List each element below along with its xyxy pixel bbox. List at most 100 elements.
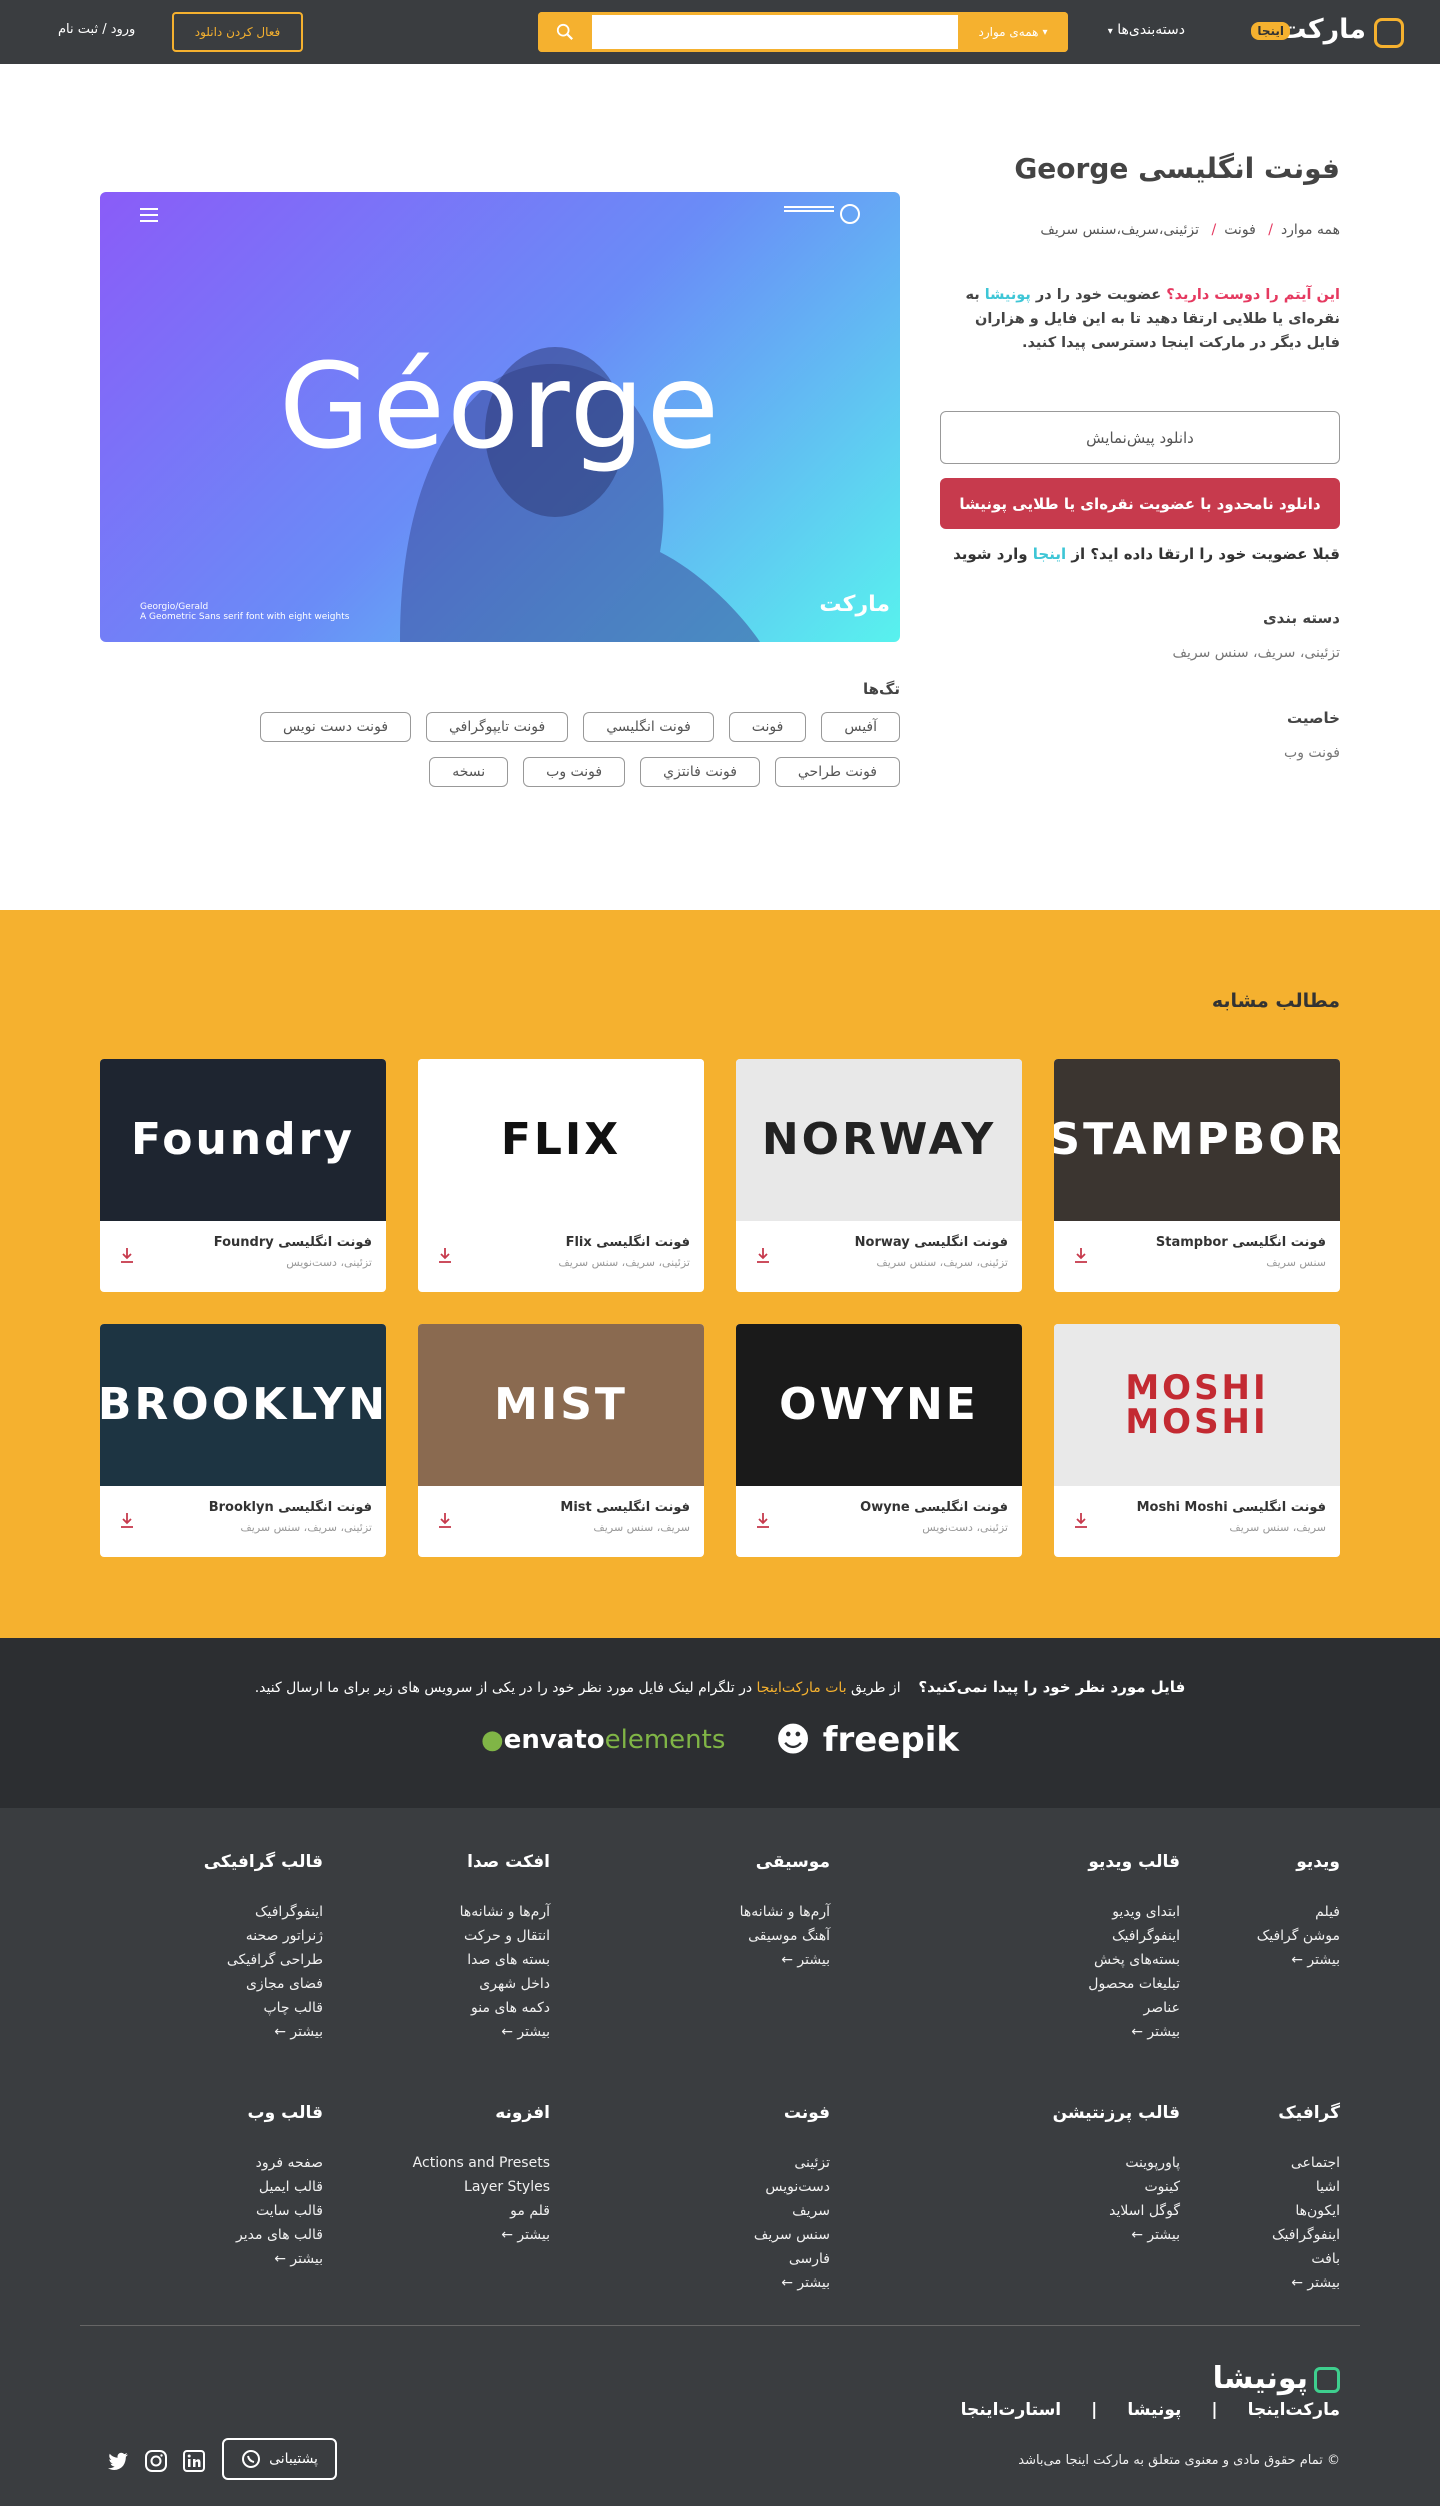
footer-link[interactable]: طراحی گرافیکی [83, 1948, 323, 1972]
card-title[interactable]: فونت انگلیسی Flix [566, 1235, 690, 1250]
footer-link[interactable]: بسته های صدا [310, 1948, 550, 1972]
footer-link[interactable]: Actions and Presets [310, 2151, 550, 2175]
instagram-icon[interactable] [145, 2450, 167, 2472]
card-title[interactable]: فونت انگلیسی Stampbor [1156, 1235, 1326, 1250]
footer-column-title[interactable]: فونت [590, 2103, 830, 2123]
telegram-bot-link[interactable]: بات مارکت‌اینجا [757, 1680, 847, 1696]
card-title[interactable]: فونت انگلیسی Owyne [860, 1500, 1008, 1515]
card-thumbnail[interactable]: OWYNE [736, 1324, 1022, 1486]
footer-column-title[interactable]: قالب وب [83, 2103, 323, 2123]
footer-link[interactable]: داخل شهری [310, 1972, 550, 1996]
download-icon[interactable] [118, 1511, 136, 1529]
download-icon[interactable] [436, 1246, 454, 1264]
freepik-logo[interactable]: ☻ freepik [775, 1720, 959, 1760]
footer-link[interactable]: اینفوگرافیک [940, 1924, 1180, 1948]
footer-link[interactable]: عناصر [940, 1996, 1180, 2020]
related-card[interactable]: STAMPBOR فونت انگلیسی Stampbor سنس سریف [1054, 1059, 1340, 1292]
footer-link[interactable]: ابتدای ویدیو [940, 1900, 1180, 1924]
footer-link[interactable]: قالب های مدیر [83, 2223, 323, 2247]
footer-link[interactable]: بیشتر ← [83, 2247, 323, 2271]
footer-link[interactable]: قالب ایمیل [83, 2175, 323, 2199]
card-thumbnail[interactable]: FLIX [418, 1059, 704, 1221]
footer-link[interactable]: بیشتر ← [590, 1948, 830, 1972]
footer-column-title[interactable]: موسیقی [590, 1852, 830, 1872]
tag[interactable]: فونت فانتزي [640, 757, 760, 787]
footer-link[interactable]: ژنراتور صحنه [83, 1924, 323, 1948]
footer-column-title[interactable]: قالب ویدیو [940, 1852, 1180, 1872]
footer-link[interactable]: سریف [590, 2199, 830, 2223]
footer-link[interactable]: پاورپوینت [940, 2151, 1180, 2175]
footer-link[interactable]: صفحه فرود [83, 2151, 323, 2175]
related-card[interactable]: FLIX فونت انگلیسی Flix تزئینی، سریف، سنس… [418, 1059, 704, 1292]
card-thumbnail[interactable]: BROOKLYN [100, 1324, 386, 1486]
search-scope-dropdown[interactable]: ▾ همه‌ی موارد [958, 12, 1068, 52]
footer-link[interactable]: آرم‌ها و نشانه‌ها [590, 1900, 830, 1924]
menu-icon[interactable] [140, 208, 158, 222]
footer-link[interactable]: بافت [1100, 2247, 1340, 2271]
related-card[interactable]: OWYNE فونت انگلیسی Owyne تزئینی، دست‌نوی… [736, 1324, 1022, 1557]
download-icon[interactable] [754, 1511, 772, 1529]
footer-link[interactable]: آهنگ موسیقی [590, 1924, 830, 1948]
category-value[interactable]: تزئینی، سریف، سنس سریف [1172, 645, 1340, 661]
breadcrumb-item[interactable]: تزئینی،سریف،سنس سریف [1040, 222, 1199, 238]
twitter-icon[interactable] [107, 2450, 129, 2472]
login-here-link[interactable]: اینجا [1033, 545, 1066, 563]
logo-text[interactable]: مارکت [1279, 14, 1366, 45]
linkedin-icon[interactable] [183, 2450, 205, 2472]
download-icon[interactable] [436, 1511, 454, 1529]
logo-icon[interactable] [1374, 18, 1404, 48]
footer-link[interactable]: بیشتر ← [940, 2020, 1180, 2044]
footer-link[interactable]: کینوت [940, 2175, 1180, 2199]
card-title[interactable]: فونت انگلیسی Mist [560, 1500, 690, 1515]
footer-link[interactable]: دکمه های منو [310, 1996, 550, 2020]
search-button[interactable] [538, 12, 592, 52]
ponisha-brand[interactable]: پونیشا [1213, 2361, 1340, 2396]
card-thumbnail[interactable]: Foundry [100, 1059, 386, 1221]
footer-link[interactable]: سنس سریف [590, 2223, 830, 2247]
related-card[interactable]: MIST فونت انگلیسی Mist سریف، سنس سریف [418, 1324, 704, 1557]
footer-column-title[interactable]: افزونه [310, 2103, 550, 2123]
tag[interactable]: آفیس [821, 712, 900, 742]
footer-link[interactable]: تبلیغات محصول [940, 1972, 1180, 1996]
categories-menu-button[interactable]: دسته‌بندی‌ها ▾ [1108, 22, 1185, 38]
footer-link[interactable]: بیشتر ← [940, 2223, 1180, 2247]
card-title[interactable]: فونت انگلیسی Brooklyn [209, 1500, 372, 1515]
footer-link[interactable]: تزئینی [590, 2151, 830, 2175]
related-card[interactable]: Foundry فونت انگلیسی Foundry تزئینی، دست… [100, 1059, 386, 1292]
related-card[interactable]: BROOKLYN فونت انگلیسی Brooklyn تزئینی، س… [100, 1324, 386, 1557]
footer-link[interactable]: آرم‌ها و نشانه‌ها [310, 1900, 550, 1924]
activate-download-button[interactable]: فعال کردن دانلود [172, 12, 303, 52]
footer-link-market[interactable]: مارکت‌اینجا [1248, 2400, 1340, 2420]
footer-link-ponisha[interactable]: پونیشا [1127, 2400, 1181, 2420]
download-icon[interactable] [118, 1246, 136, 1264]
tag[interactable]: فونت تایپوگرافي [426, 712, 569, 742]
footer-column-title[interactable]: قالب پرزنتیشن [940, 2103, 1180, 2123]
breadcrumb-item[interactable]: فونت [1224, 222, 1256, 238]
search-input[interactable] [592, 15, 958, 49]
footer-link[interactable]: فضای مجازی [83, 1972, 323, 1996]
card-title[interactable]: فونت انگلیسی Norway [855, 1235, 1008, 1250]
tag[interactable]: فونت طراحي [774, 757, 900, 787]
footer-link[interactable]: قلم مو [310, 2199, 550, 2223]
footer-link[interactable]: دست‌نویس [590, 2175, 830, 2199]
footer-link[interactable]: اینفوگرافیک [83, 1900, 323, 1924]
footer-link[interactable]: گوگل اسلاید [940, 2199, 1180, 2223]
footer-link[interactable]: قالب سایت [83, 2199, 323, 2223]
footer-column-title[interactable]: افکت صدا [310, 1852, 550, 1872]
card-title[interactable]: فونت انگلیسی Moshi Moshi [1137, 1500, 1326, 1515]
footer-link[interactable]: قالب چاپ [83, 1996, 323, 2020]
footer-link[interactable]: بیشتر ← [1100, 2271, 1340, 2295]
related-card[interactable]: NORWAY فونت انگلیسی Norway تزئینی، سریف،… [736, 1059, 1022, 1292]
card-thumbnail[interactable]: NORWAY [736, 1059, 1022, 1221]
footer-link[interactable]: بسته‌های پخش [940, 1948, 1180, 1972]
footer-link[interactable]: بیشتر ← [310, 2223, 550, 2247]
download-icon[interactable] [1072, 1246, 1090, 1264]
unlimited-download-button[interactable]: دانلود نامحدود با عضویت نقره‌ای یا طلایی… [940, 478, 1340, 529]
footer-link[interactable]: بیشتر ← [83, 2020, 323, 2044]
download-icon[interactable] [754, 1246, 772, 1264]
download-preview-button[interactable]: دانلود پیش‌نمایش [940, 411, 1340, 464]
envato-elements-logo[interactable]: ●envatoelements [481, 1725, 725, 1755]
footer-column-title[interactable]: قالب گرافیکی [83, 1852, 323, 1872]
download-icon[interactable] [1072, 1511, 1090, 1529]
footer-link[interactable]: بیشتر ← [310, 2020, 550, 2044]
